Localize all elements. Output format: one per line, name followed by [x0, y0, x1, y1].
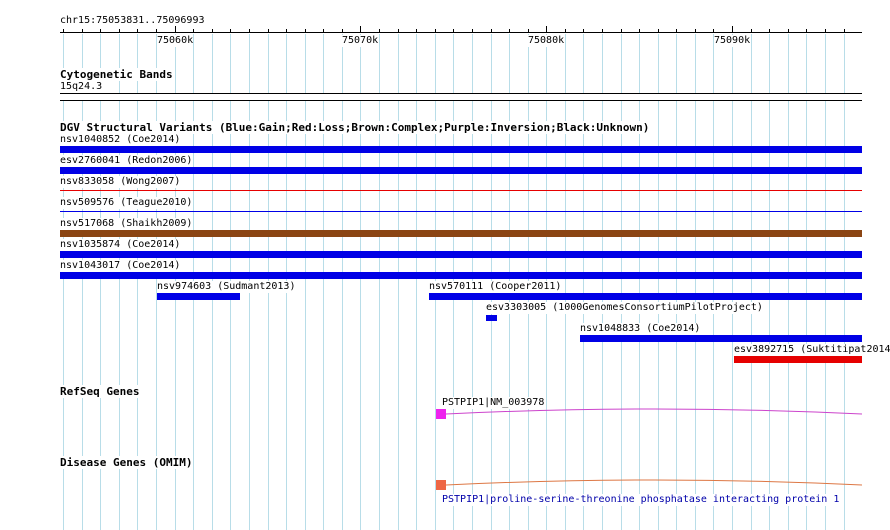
dgv-variant-bar[interactable] [486, 315, 497, 321]
omim-gene-feature[interactable]: PSTPIP1|proline-serine-threonine phospha… [0, 476, 890, 510]
intron-path [445, 479, 863, 486]
dgv-variant-bar[interactable] [60, 251, 862, 258]
dgv-variant-bar[interactable] [60, 167, 862, 174]
dgv-variant-bar[interactable] [580, 335, 862, 342]
dgv-variant-label[interactable]: esv2760041 (Redon2006) [60, 155, 193, 167]
dgv-variant-label[interactable]: nsv1048833 (Coe2014) [580, 323, 701, 335]
omim-gene-label: PSTPIP1|proline-serine-threonine phospha… [442, 494, 840, 506]
dgv-variant-bar[interactable] [60, 190, 862, 191]
dgv-variant-label[interactable]: esv3892715 (Suktitipat2014) [734, 344, 890, 356]
dgv-variant-label[interactable]: nsv509576 (Teague2010) [60, 197, 193, 209]
dgv-variant-bar[interactable] [60, 146, 862, 153]
dgv-variant-bar[interactable] [429, 293, 862, 300]
intron-path [445, 408, 863, 415]
dgv-track[interactable]: nsv1040852 (Coe2014) esv2760041 (Redon200… [0, 0, 890, 530]
dgv-variant-bar[interactable] [60, 230, 862, 237]
dgv-variant-label[interactable]: esv3303005 (1000GenomesConsortiumPilotPr… [486, 302, 763, 314]
dgv-variant-label[interactable]: nsv1040852 (Coe2014) [60, 134, 181, 146]
dgv-variant-label[interactable]: nsv517068 (Shaikh2009) [60, 218, 193, 230]
refseq-gene-feature[interactable]: PSTPIP1|NM_003978 [0, 396, 890, 422]
dgv-variant-bar[interactable] [60, 272, 862, 279]
dgv-variant-bar[interactable] [157, 293, 240, 300]
dgv-variant-bar[interactable] [734, 356, 862, 363]
dgv-variant-label[interactable]: nsv833058 (Wong2007) [60, 176, 181, 188]
dgv-variant-label[interactable]: nsv1035874 (Coe2014) [60, 239, 181, 251]
omim-intron-line [445, 479, 863, 486]
dgv-variant-bar[interactable] [60, 211, 862, 212]
dgv-variant-label[interactable]: nsv570111 (Cooper2011) [429, 281, 562, 293]
refseq-intron-line [445, 408, 863, 415]
dgv-variant-label[interactable]: nsv974603 (Sudmant2013) [157, 281, 296, 293]
dgv-variant-label[interactable]: nsv1043017 (Coe2014) [60, 260, 181, 272]
omim-track-title: Disease Genes (OMIM) [60, 456, 193, 469]
